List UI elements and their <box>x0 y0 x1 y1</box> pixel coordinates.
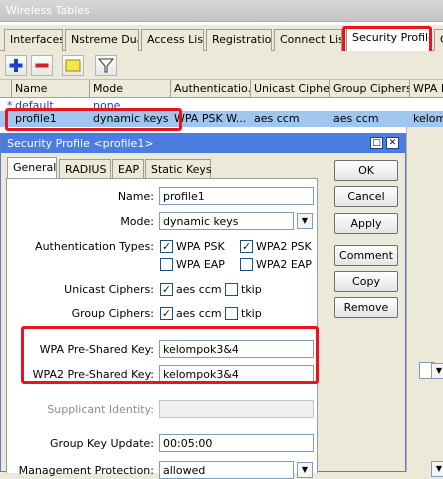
column-header-unicast[interactable]: Unicast Ciphers <box>251 80 330 98</box>
unicast-tkip-label: tkip <box>241 283 262 296</box>
group-key-update-label: Group Key Update: <box>50 437 154 450</box>
dialog-tab-general[interactable]: General <box>7 157 57 179</box>
minus-icon <box>35 63 49 68</box>
copy-button[interactable]: Copy <box>334 271 398 292</box>
management-protection-label: Management Protection: <box>18 464 154 477</box>
ok-button[interactable]: OK <box>334 160 398 181</box>
toolbar <box>0 51 443 80</box>
security-profile-dialog: Security Profile <profile1> □ ✕ General … <box>0 133 406 479</box>
mode-label: Mode: <box>120 215 154 228</box>
auth-types-label: Authentication Types: <box>35 240 154 253</box>
comment-button[interactable] <box>62 55 84 76</box>
column-header-auth[interactable]: Authenticatio... <box>171 80 251 98</box>
close-icon[interactable]: ✕ <box>386 137 399 149</box>
name-field[interactable]: profile1 <box>159 187 314 205</box>
highlight-psk-fields <box>21 326 319 384</box>
dialog-tab-static-keys[interactable]: Static Keys <box>145 159 212 179</box>
cell-group: aes ccm <box>333 112 379 125</box>
group-tkip-checkbox[interactable] <box>225 307 238 320</box>
mode-select[interactable]: dynamic keys <box>159 212 294 230</box>
window-titlebar[interactable]: Wireless Tables <box>0 0 443 22</box>
cell-unicast: aes ccm <box>254 112 300 125</box>
remnant-dropdown-icon: ▼ <box>431 363 443 379</box>
supplicant-identity-label: Supplicant Identity: <box>47 403 154 416</box>
name-label: Name: <box>117 190 154 203</box>
management-protection-dropdown-icon[interactable]: ▼ <box>297 462 313 478</box>
unicast-aes-label: aes ccm <box>176 283 222 296</box>
remove-button[interactable]: Remove <box>334 297 398 318</box>
group-aes-label: aes ccm <box>176 307 222 320</box>
wpa-eap-label: WPA EAP <box>176 258 225 271</box>
column-header-wpa[interactable]: WPA P <box>410 80 443 98</box>
cancel-button[interactable]: Cancel <box>334 186 398 207</box>
window-title: Wireless Tables <box>6 4 90 17</box>
comment-button[interactable]: Comment <box>334 245 398 266</box>
cell-wpa: kelomp <box>413 112 443 125</box>
wpa2-psk-label: WPA2 PSK <box>256 240 312 253</box>
wpa2-psk-checkbox[interactable]: ✓ <box>240 240 253 253</box>
tab-access-list[interactable]: Access List <box>141 29 204 51</box>
tab-interfaces[interactable]: Interfaces <box>4 29 63 51</box>
unicast-ciphers-label: Unicast Ciphers: <box>64 283 154 296</box>
column-header-name[interactable]: Name <box>12 80 90 98</box>
filter-button[interactable] <box>95 55 117 76</box>
cell-auth: WPA PSK W... <box>174 112 247 125</box>
table-header: Name Mode Authenticatio... Unicast Ciphe… <box>0 80 443 98</box>
group-aes-checkbox[interactable]: ✓ <box>160 307 173 320</box>
mode-dropdown-icon[interactable]: ▼ <box>297 213 313 229</box>
wpa2-eap-label: WPA2 EAP <box>256 258 312 271</box>
tab-connect-list[interactable]: Connect List <box>274 29 342 51</box>
add-button[interactable] <box>5 55 27 76</box>
unicast-aes-checkbox[interactable]: ✓ <box>160 283 173 296</box>
group-key-update-field[interactable]: 00:05:00 <box>159 434 314 452</box>
apply-button[interactable]: Apply <box>334 213 398 234</box>
group-ciphers-label: Group Ciphers: <box>71 307 154 320</box>
column-header-group[interactable]: Group Ciphers <box>330 80 410 98</box>
maximize-icon[interactable]: □ <box>370 137 383 149</box>
filter-icon <box>97 58 115 73</box>
highlight-profile1-row <box>5 108 182 131</box>
column-header-mode[interactable]: Mode <box>90 80 171 98</box>
wpa-psk-label: WPA PSK <box>176 240 225 253</box>
group-tkip-label: tkip <box>241 307 262 320</box>
column-header-marker <box>0 80 12 98</box>
supplicant-identity-field <box>159 400 314 418</box>
wpa-eap-checkbox[interactable] <box>160 258 173 271</box>
management-protection-select[interactable]: allowed <box>159 461 294 479</box>
remove-button[interactable] <box>31 55 53 76</box>
remnant-dropdown-icon-2: ▼ <box>431 461 443 477</box>
tab-nstreme-dual[interactable]: Nstreme Dual <box>65 29 139 51</box>
wpa-psk-checkbox[interactable]: ✓ <box>160 240 173 253</box>
dialog-titlebar[interactable]: Security Profile <profile1> □ ✕ <box>1 134 405 153</box>
tab-registration[interactable]: Registration <box>206 29 272 51</box>
back-window-remnant: ▼ ▼ <box>406 127 443 477</box>
plus-icon <box>9 59 23 72</box>
note-icon <box>65 59 81 72</box>
dialog-title: Security Profile <profile1> <box>7 137 154 150</box>
dialog-tab-eap[interactable]: EAP <box>112 159 144 179</box>
dialog-tab-radius[interactable]: RADIUS <box>59 159 111 179</box>
tab-overflow[interactable]: C <box>434 29 443 51</box>
wpa2-eap-checkbox[interactable] <box>240 258 253 271</box>
unicast-tkip-checkbox[interactable] <box>225 283 238 296</box>
highlight-security-profiles-tab <box>342 26 432 54</box>
